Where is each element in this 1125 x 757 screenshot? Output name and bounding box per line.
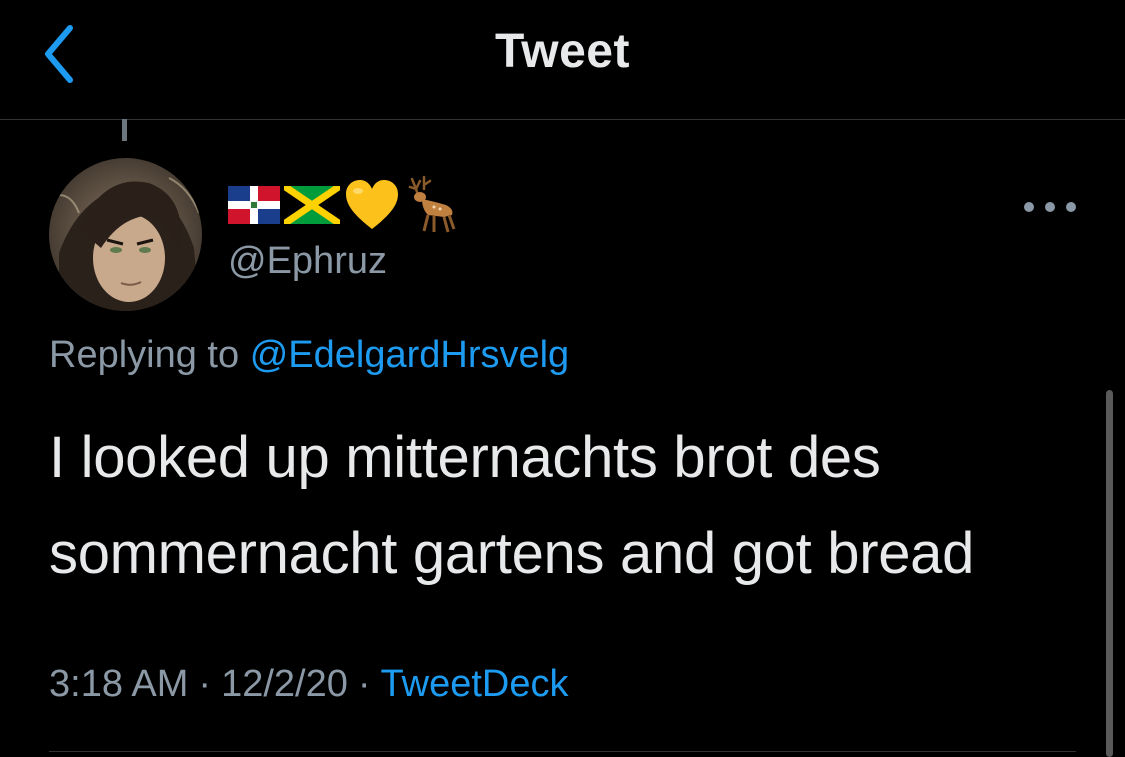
yellow-heart-icon: [346, 180, 398, 229]
tweet-time: 3:18 AM: [49, 663, 189, 705]
tweet-source-link[interactable]: TweetDeck: [381, 663, 569, 705]
meta-separator: ·: [357, 663, 371, 705]
meta-separator: ·: [198, 663, 212, 705]
more-options-button[interactable]: [1024, 195, 1076, 219]
tweet-metadata: 3:18 AM · 12/2/20 · TweetDeck: [49, 663, 569, 706]
thread-connector-line: [122, 119, 127, 141]
flag-jamaica-icon: [284, 186, 340, 224]
more-dot-icon: [1045, 202, 1055, 212]
more-dot-icon: [1024, 202, 1034, 212]
replying-to-label: Replying to: [49, 334, 240, 376]
avatar-image: [49, 158, 202, 311]
scrollbar[interactable]: [1106, 390, 1113, 757]
deer-icon: [408, 175, 456, 233]
author-handle[interactable]: @Ephruz: [228, 240, 387, 283]
display-name[interactable]: [228, 175, 460, 235]
more-dot-icon: [1066, 202, 1076, 212]
page-title: Tweet: [495, 25, 630, 78]
divider: [49, 751, 1076, 752]
replying-to-mention-link[interactable]: @EdelgardHrsvelg: [250, 334, 570, 376]
top-bar: Tweet: [0, 0, 1125, 120]
avatar[interactable]: [49, 158, 202, 311]
tweet-body-text: I looked up mitternachts brot des sommer…: [49, 425, 975, 586]
flag-dominican-republic-icon: [228, 186, 280, 224]
tweet-date: 12/2/20: [221, 663, 348, 705]
replying-to-line: Replying to @EdelgardHrsvelg: [49, 334, 569, 377]
